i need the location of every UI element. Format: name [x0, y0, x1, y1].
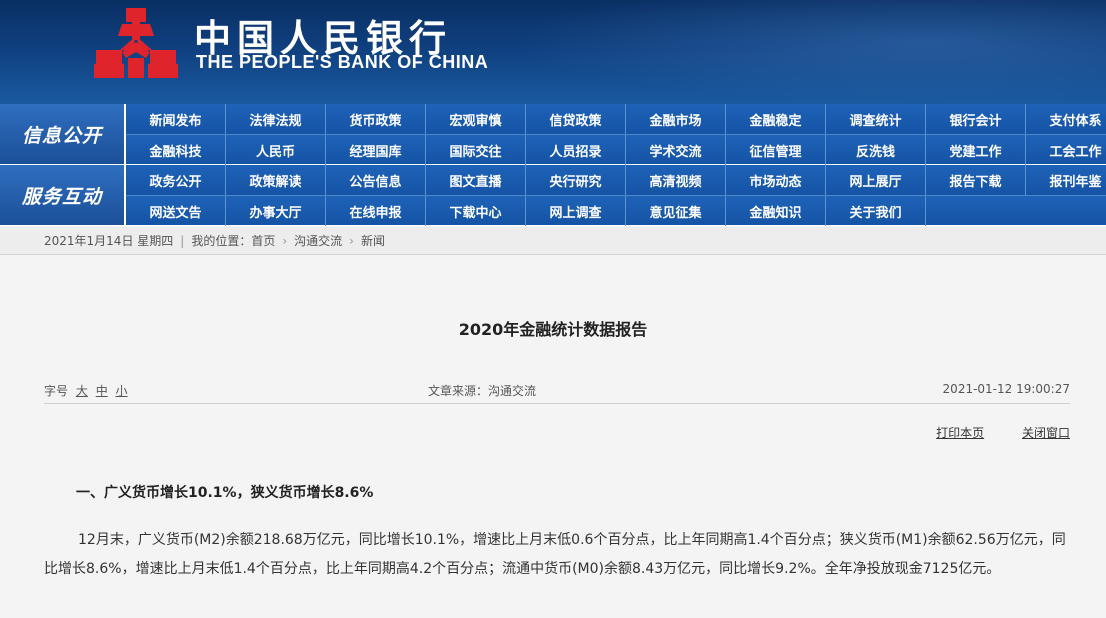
- nav-item[interactable]: 征信管理: [726, 135, 826, 165]
- nav-item[interactable]: 金融市场: [626, 104, 726, 134]
- nav-item[interactable]: 经理国库: [326, 135, 426, 165]
- article-tools: 打印本页 关闭窗口: [902, 424, 1070, 441]
- nav-item[interactable]: 网上调查: [526, 196, 626, 226]
- main-navigation: 信息公开 新闻发布 法律法规 货币政策 宏观审慎 信贷政策 金融市场 金融稳定 …: [0, 104, 1106, 226]
- nav-row: 政务公开 政策解读 公告信息 图文直播 央行研究 高清视频 市场动态 网上展厅 …: [126, 165, 1106, 195]
- font-size-large-link[interactable]: 大: [76, 384, 88, 398]
- nav-item[interactable]: 国际交往: [426, 135, 526, 165]
- nav-section-info: 信息公开 新闻发布 法律法规 货币政策 宏观审慎 信贷政策 金融市场 金融稳定 …: [0, 104, 1106, 165]
- bank-name-english: THE PEOPLE'S BANK OF CHINA: [196, 52, 489, 72]
- site-header: 中国人民银行 THE PEOPLE'S BANK OF CHINA: [0, 0, 1106, 104]
- nav-item[interactable]: 网上展厅: [826, 165, 926, 195]
- nav-section-label[interactable]: 服务互动: [0, 165, 124, 225]
- nav-item[interactable]: 报刊年鉴: [1026, 165, 1106, 195]
- nav-item[interactable]: 人员招录: [526, 135, 626, 165]
- nav-item[interactable]: 法律法规: [226, 104, 326, 134]
- nav-item[interactable]: 报告下载: [926, 165, 1026, 195]
- nav-item[interactable]: 图文直播: [426, 165, 526, 195]
- font-size-label: 字号: [44, 384, 69, 398]
- nav-item[interactable]: 人民币: [226, 135, 326, 165]
- breadcrumb-separator: ›: [349, 233, 354, 248]
- nav-item[interactable]: 银行会计: [926, 104, 1026, 134]
- breadcrumb-separator: ›: [282, 233, 288, 248]
- nav-section-label[interactable]: 信息公开: [0, 104, 124, 164]
- nav-section-service: 服务互动 政务公开 政策解读 公告信息 图文直播 央行研究 高清视频 市场动态 …: [0, 165, 1106, 226]
- nav-item[interactable]: 下载中心: [426, 196, 526, 226]
- close-window-link[interactable]: 关闭窗口: [1022, 426, 1070, 440]
- breadcrumb-home[interactable]: 我的位置：首页: [191, 232, 275, 249]
- article-title: 2020年金融统计数据报告: [458, 320, 648, 339]
- article: 2020年金融统计数据报告 字号 大 中 小 文章来源：沟通交流 2021-01…: [0, 270, 1106, 618]
- font-size-controls: 字号 大 中 小: [44, 382, 128, 399]
- nav-item[interactable]: 支付体系: [1026, 104, 1106, 134]
- nav-item[interactable]: 意见征集: [626, 196, 726, 226]
- pboc-logo-icon[interactable]: [92, 6, 180, 82]
- nav-item[interactable]: 央行研究: [526, 165, 626, 195]
- nav-item[interactable]: 工会工作: [1026, 135, 1106, 165]
- nav-item[interactable]: 调查统计: [826, 104, 926, 134]
- nav-item[interactable]: 政务公开: [126, 165, 226, 195]
- nav-item[interactable]: 市场动态: [726, 165, 826, 195]
- article-source: 文章来源：沟通交流: [428, 384, 537, 398]
- font-size-medium-link[interactable]: 中: [96, 384, 108, 398]
- nav-item[interactable]: 宏观审慎: [426, 104, 526, 134]
- nav-item[interactable]: 信贷政策: [526, 104, 626, 134]
- breadcrumb-level2[interactable]: 沟通交流: [294, 232, 342, 249]
- nav-row: 新闻发布 法律法规 货币政策 宏观审慎 信贷政策 金融市场 金融稳定 调查统计 …: [126, 104, 1106, 134]
- nav-item[interactable]: 货币政策: [326, 104, 426, 134]
- nav-item[interactable]: 反洗钱: [826, 135, 926, 165]
- font-size-small-link[interactable]: 小: [116, 384, 128, 398]
- nav-item[interactable]: 在线申报: [326, 196, 426, 226]
- nav-item[interactable]: 关于我们: [826, 196, 926, 226]
- nav-item[interactable]: 网送文告: [126, 196, 226, 226]
- nav-row: 网送文告 办事大厅 在线申报 下载中心 网上调查 意见征集 金融知识 关于我们: [126, 195, 1106, 226]
- article-datetime: 2021-01-12 19:00:27: [942, 382, 1070, 396]
- print-page-link[interactable]: 打印本页: [936, 426, 984, 440]
- nav-row: 金融科技 人民币 经理国库 国际交往 人员招录 学术交流 征信管理 反洗钱 党建…: [126, 134, 1106, 165]
- section-heading: 一、广义货币增长10.1%，狭义货币增长8.6%: [76, 485, 374, 501]
- breadcrumb-separator: |: [180, 233, 185, 248]
- nav-item[interactable]: 办事大厅: [226, 196, 326, 226]
- breadcrumb: 2021年1月14日 星期四 | 我的位置：首页 › 沟通交流 › 新闻: [0, 227, 1106, 255]
- current-date: 2021年1月14日 星期四: [44, 234, 174, 248]
- nav-item[interactable]: 学术交流: [626, 135, 726, 165]
- article-meta: 字号 大 中 小 文章来源：沟通交流 2021-01-12 19:00:27: [44, 382, 1070, 404]
- breadcrumb-level3[interactable]: 新闻: [361, 232, 385, 249]
- nav-item[interactable]: 政策解读: [226, 165, 326, 195]
- nav-item[interactable]: 党建工作: [926, 135, 1026, 165]
- nav-item[interactable]: 新闻发布: [126, 104, 226, 134]
- article-paragraph: 12月末，广义货币(M2)余额218.68万亿元，同比增长10.1%，增速比上月…: [44, 532, 1066, 577]
- nav-item[interactable]: 金融科技: [126, 135, 226, 165]
- nav-item[interactable]: 高清视频: [626, 165, 726, 195]
- nav-item[interactable]: 金融知识: [726, 196, 826, 226]
- nav-item[interactable]: 公告信息: [326, 165, 426, 195]
- nav-item[interactable]: 金融稳定: [726, 104, 826, 134]
